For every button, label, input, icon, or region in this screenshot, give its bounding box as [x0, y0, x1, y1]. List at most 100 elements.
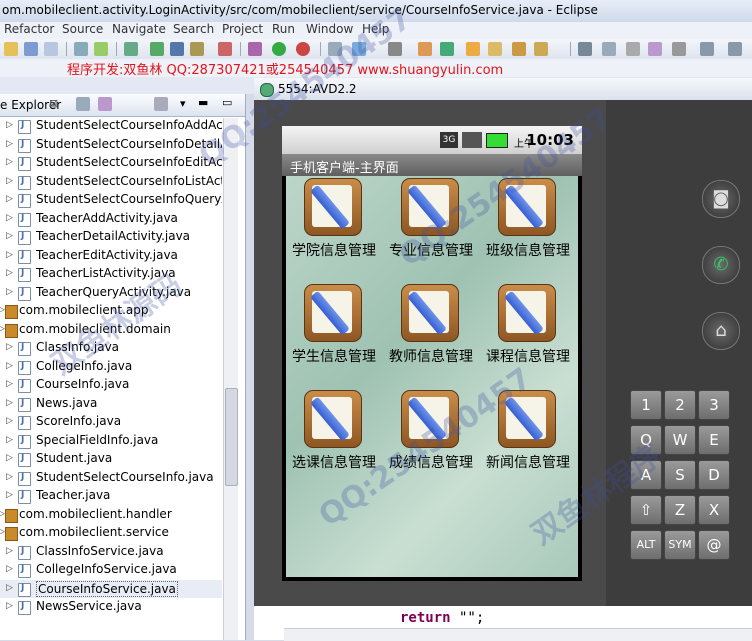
tree-file-item[interactable]: ▷ CourseInfo.java [0, 376, 222, 394]
tree-package-item[interactable]: ▷ com.mobileclient.service [0, 524, 222, 542]
back-icon[interactable] [700, 42, 714, 56]
expand-arrow-icon[interactable]: ▷ [6, 490, 13, 500]
tree-file-item[interactable]: ▷ StudentSelectCourseInfoAddActivit [0, 118, 222, 135]
folder-new-icon[interactable] [418, 42, 432, 56]
tree-file-item[interactable]: ▷ TeacherEditActivity.java [0, 247, 222, 265]
download-icon[interactable] [74, 42, 88, 56]
checklist-icon[interactable] [124, 42, 138, 56]
menu-tile[interactable]: 成绩信息管理 [383, 390, 479, 490]
menu-tile[interactable]: 新闻信息管理 [480, 390, 576, 490]
tree-file-item[interactable]: ▷ ScoreInfo.java [0, 413, 222, 431]
maximize-icon[interactable]: ▭ [222, 96, 232, 109]
menu-tile[interactable]: 学院信息管理 [286, 178, 382, 278]
expand-arrow-icon[interactable]: ▷ [6, 157, 13, 167]
bug-icon[interactable] [218, 42, 232, 56]
expand-arrow-icon[interactable]: ▷ [6, 453, 13, 463]
keyboard-key[interactable]: X [698, 495, 730, 525]
expand-arrow-icon[interactable]: ▷ [6, 268, 13, 278]
view-menu-icon[interactable] [154, 97, 168, 111]
tree-file-item[interactable]: ▷ TeacherQueryActivity.java [0, 284, 222, 302]
forward-icon[interactable] [728, 42, 742, 56]
android-sdk-icon[interactable] [94, 42, 108, 56]
save-icon[interactable] [24, 42, 38, 56]
tree-package-item[interactable]: ▷ com.mobileclient.handler [0, 506, 222, 524]
keyboard-key[interactable]: ALT [630, 530, 662, 560]
chevron-down-icon[interactable]: ▾ [180, 97, 186, 110]
explorer-scrollbar[interactable] [223, 118, 238, 640]
debug-icon[interactable] [248, 42, 262, 56]
menu-run[interactable]: Run [272, 22, 295, 36]
link-with-editor-icon[interactable] [98, 97, 112, 111]
expand-arrow-icon[interactable]: ▷ [6, 472, 13, 482]
keyboard-key[interactable]: E [698, 425, 730, 455]
pencil-icon[interactable] [602, 42, 616, 56]
tree-file-item[interactable]: ▷ StudentSelectCourseInfoQueryActi [0, 191, 222, 209]
keyboard-key[interactable]: 1 [630, 390, 662, 420]
tree-file-item[interactable]: ▷ ClassInfo.java [0, 339, 222, 357]
annotation-icon[interactable] [578, 42, 592, 56]
edit-icon[interactable] [512, 42, 526, 56]
expand-arrow-icon[interactable]: ▷ [6, 583, 13, 593]
call-icon[interactable]: ✆ [702, 246, 740, 284]
keyboard-key[interactable]: Z [664, 495, 696, 525]
tree-file-item[interactable]: ▷ StudentSelectCourseInfoDetailActiv [0, 136, 222, 154]
tree-package-item[interactable]: ▷ com.mobileclient.domain [0, 321, 222, 339]
search-icon[interactable] [352, 42, 366, 56]
menu-tile[interactable]: 专业信息管理 [383, 178, 479, 278]
tree-file-item[interactable]: ▷ Teacher.java [0, 487, 222, 505]
new-icon[interactable] [4, 42, 18, 56]
layout-icon[interactable] [190, 42, 204, 56]
open-folder-icon[interactable] [466, 42, 480, 56]
camera-icon[interactable]: ◙ [702, 180, 740, 218]
expand-arrow-icon[interactable]: ▷ [6, 287, 13, 297]
external-tools-icon[interactable] [296, 42, 310, 56]
close-icon[interactable]: ⊠ [49, 97, 58, 110]
menu-source[interactable]: Source [62, 22, 103, 36]
collapse-all-icon[interactable] [76, 97, 90, 111]
keyboard-key[interactable]: S [664, 460, 696, 490]
expand-arrow-icon[interactable]: ▷ [6, 139, 13, 149]
tree-file-item[interactable]: ▷ TeacherAddActivity.java [0, 210, 222, 228]
expand-arrow-icon[interactable]: ▷ [6, 342, 13, 352]
tree-file-item[interactable]: ▷ TeacherListActivity.java [0, 265, 222, 283]
expand-arrow-icon[interactable]: ▷ [6, 250, 13, 260]
keyboard-key[interactable]: SYM [664, 530, 696, 560]
compare-icon[interactable] [648, 42, 662, 56]
expand-arrow-icon[interactable]: ▷ [6, 379, 13, 389]
expand-arrow-icon[interactable]: ▷ [6, 213, 13, 223]
menu-tile[interactable]: 班级信息管理 [480, 178, 576, 278]
editor-hscrollbar[interactable] [284, 628, 752, 641]
tree-file-item[interactable]: ▷ StudentSelectCourseInfoEditActivit [0, 154, 222, 172]
menu-tile[interactable]: 教师信息管理 [383, 284, 479, 384]
keyboard-key[interactable]: W [664, 425, 696, 455]
tree-file-item[interactable]: ▷ News.java [0, 395, 222, 413]
keyboard-key[interactable]: 3 [698, 390, 730, 420]
tree-file-item[interactable]: ▷ NewsService.java [0, 598, 222, 616]
menu-search[interactable]: Search [173, 22, 214, 36]
expand-arrow-icon[interactable]: ▷ [6, 601, 13, 611]
expand-arrow-icon[interactable]: ▷ [6, 361, 13, 371]
open-file-icon[interactable] [488, 42, 502, 56]
expand-arrow-icon[interactable]: ▷ [6, 176, 13, 186]
refresh-icon[interactable] [440, 42, 454, 56]
tree-file-item[interactable]: ▷ Student.java [0, 450, 222, 468]
link-icon[interactable] [672, 42, 686, 56]
wizard-icon[interactable] [150, 42, 164, 56]
tree-file-item[interactable]: ▷ CollegeInfoService.java [0, 561, 222, 579]
tree-file-item[interactable]: ▷ SpecialFieldInfo.java [0, 432, 222, 450]
junit-icon[interactable] [170, 42, 184, 56]
brush-icon[interactable] [626, 42, 640, 56]
tree-file-item[interactable]: ▷ StudentSelectCourseInfo.java [0, 469, 222, 487]
tree-file-item[interactable]: ▷ TeacherDetailActivity.java [0, 228, 222, 246]
print-icon[interactable] [44, 42, 58, 56]
expand-arrow-icon[interactable]: ▷ [6, 398, 13, 408]
menu-navigate[interactable]: Navigate [112, 22, 166, 36]
expand-arrow-icon[interactable]: ▷ [6, 231, 13, 241]
expand-arrow-icon[interactable]: ▷ [6, 120, 13, 130]
expand-arrow-icon[interactable]: ▷ [6, 416, 13, 426]
menu-tile[interactable]: 学生信息管理 [286, 284, 382, 384]
pin-icon[interactable] [388, 42, 402, 56]
scrollbar-thumb[interactable] [225, 388, 238, 486]
open-type-icon[interactable] [328, 42, 342, 56]
menu-refactor[interactable]: Refactor [4, 22, 54, 36]
